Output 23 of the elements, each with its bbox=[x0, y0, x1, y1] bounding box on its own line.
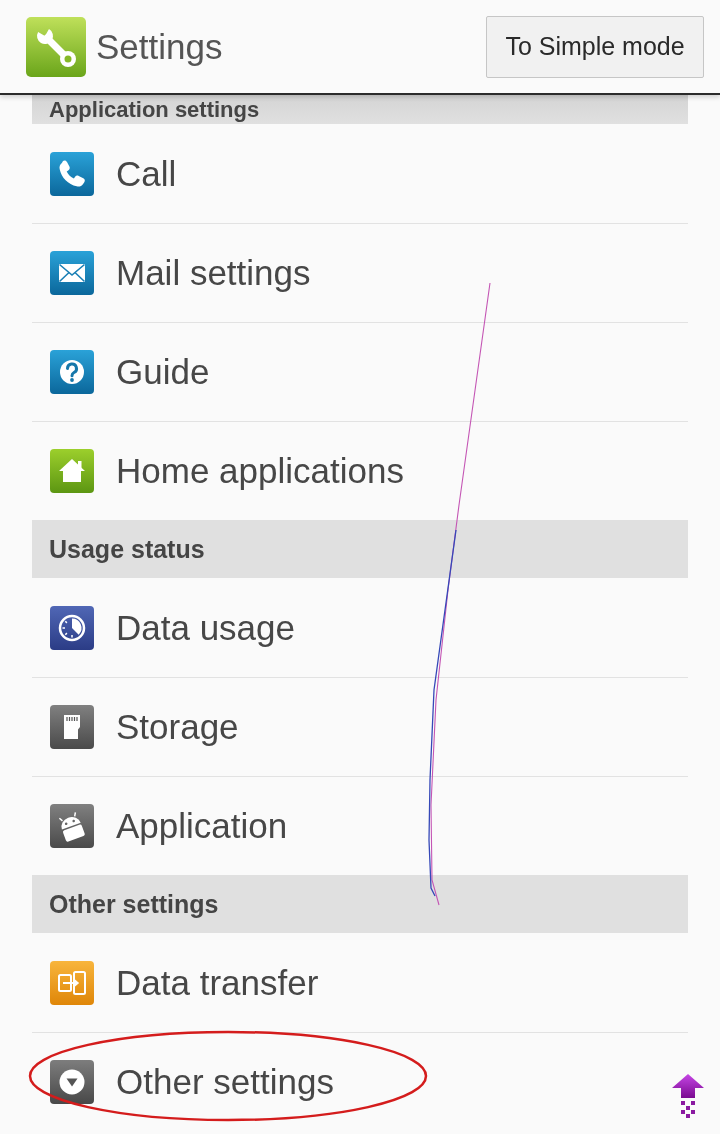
screen-title: Settings bbox=[96, 26, 223, 67]
robot-icon bbox=[50, 804, 94, 848]
sd-card-icon bbox=[50, 705, 94, 749]
envelope-icon bbox=[50, 251, 94, 295]
house-icon bbox=[50, 449, 94, 493]
section-title: Usage status bbox=[49, 534, 205, 564]
up-arrow-icon[interactable] bbox=[672, 1074, 704, 1118]
gauge-icon bbox=[50, 605, 94, 650]
settings-item[interactable]: Call bbox=[32, 124, 688, 223]
wrench-icon bbox=[26, 16, 86, 77]
settings-item[interactable]: Guide bbox=[32, 322, 688, 421]
transfer-icon bbox=[50, 960, 94, 1005]
settings-item[interactable]: Other settings bbox=[32, 1032, 688, 1131]
section-title: Application settings bbox=[49, 96, 260, 123]
settings-item[interactable]: Data transfer bbox=[32, 933, 688, 1032]
circle-down-icon bbox=[50, 1060, 94, 1104]
section-title: Other settings bbox=[49, 889, 219, 919]
settings-item[interactable]: Mail settings bbox=[32, 223, 688, 322]
simple-mode-button[interactable]: To Simple mode bbox=[486, 15, 704, 78]
phone-icon bbox=[50, 151, 94, 196]
settings-item[interactable]: Data usage bbox=[32, 578, 688, 677]
settings-item[interactable]: Storage bbox=[32, 677, 688, 776]
help-icon bbox=[50, 350, 94, 394]
